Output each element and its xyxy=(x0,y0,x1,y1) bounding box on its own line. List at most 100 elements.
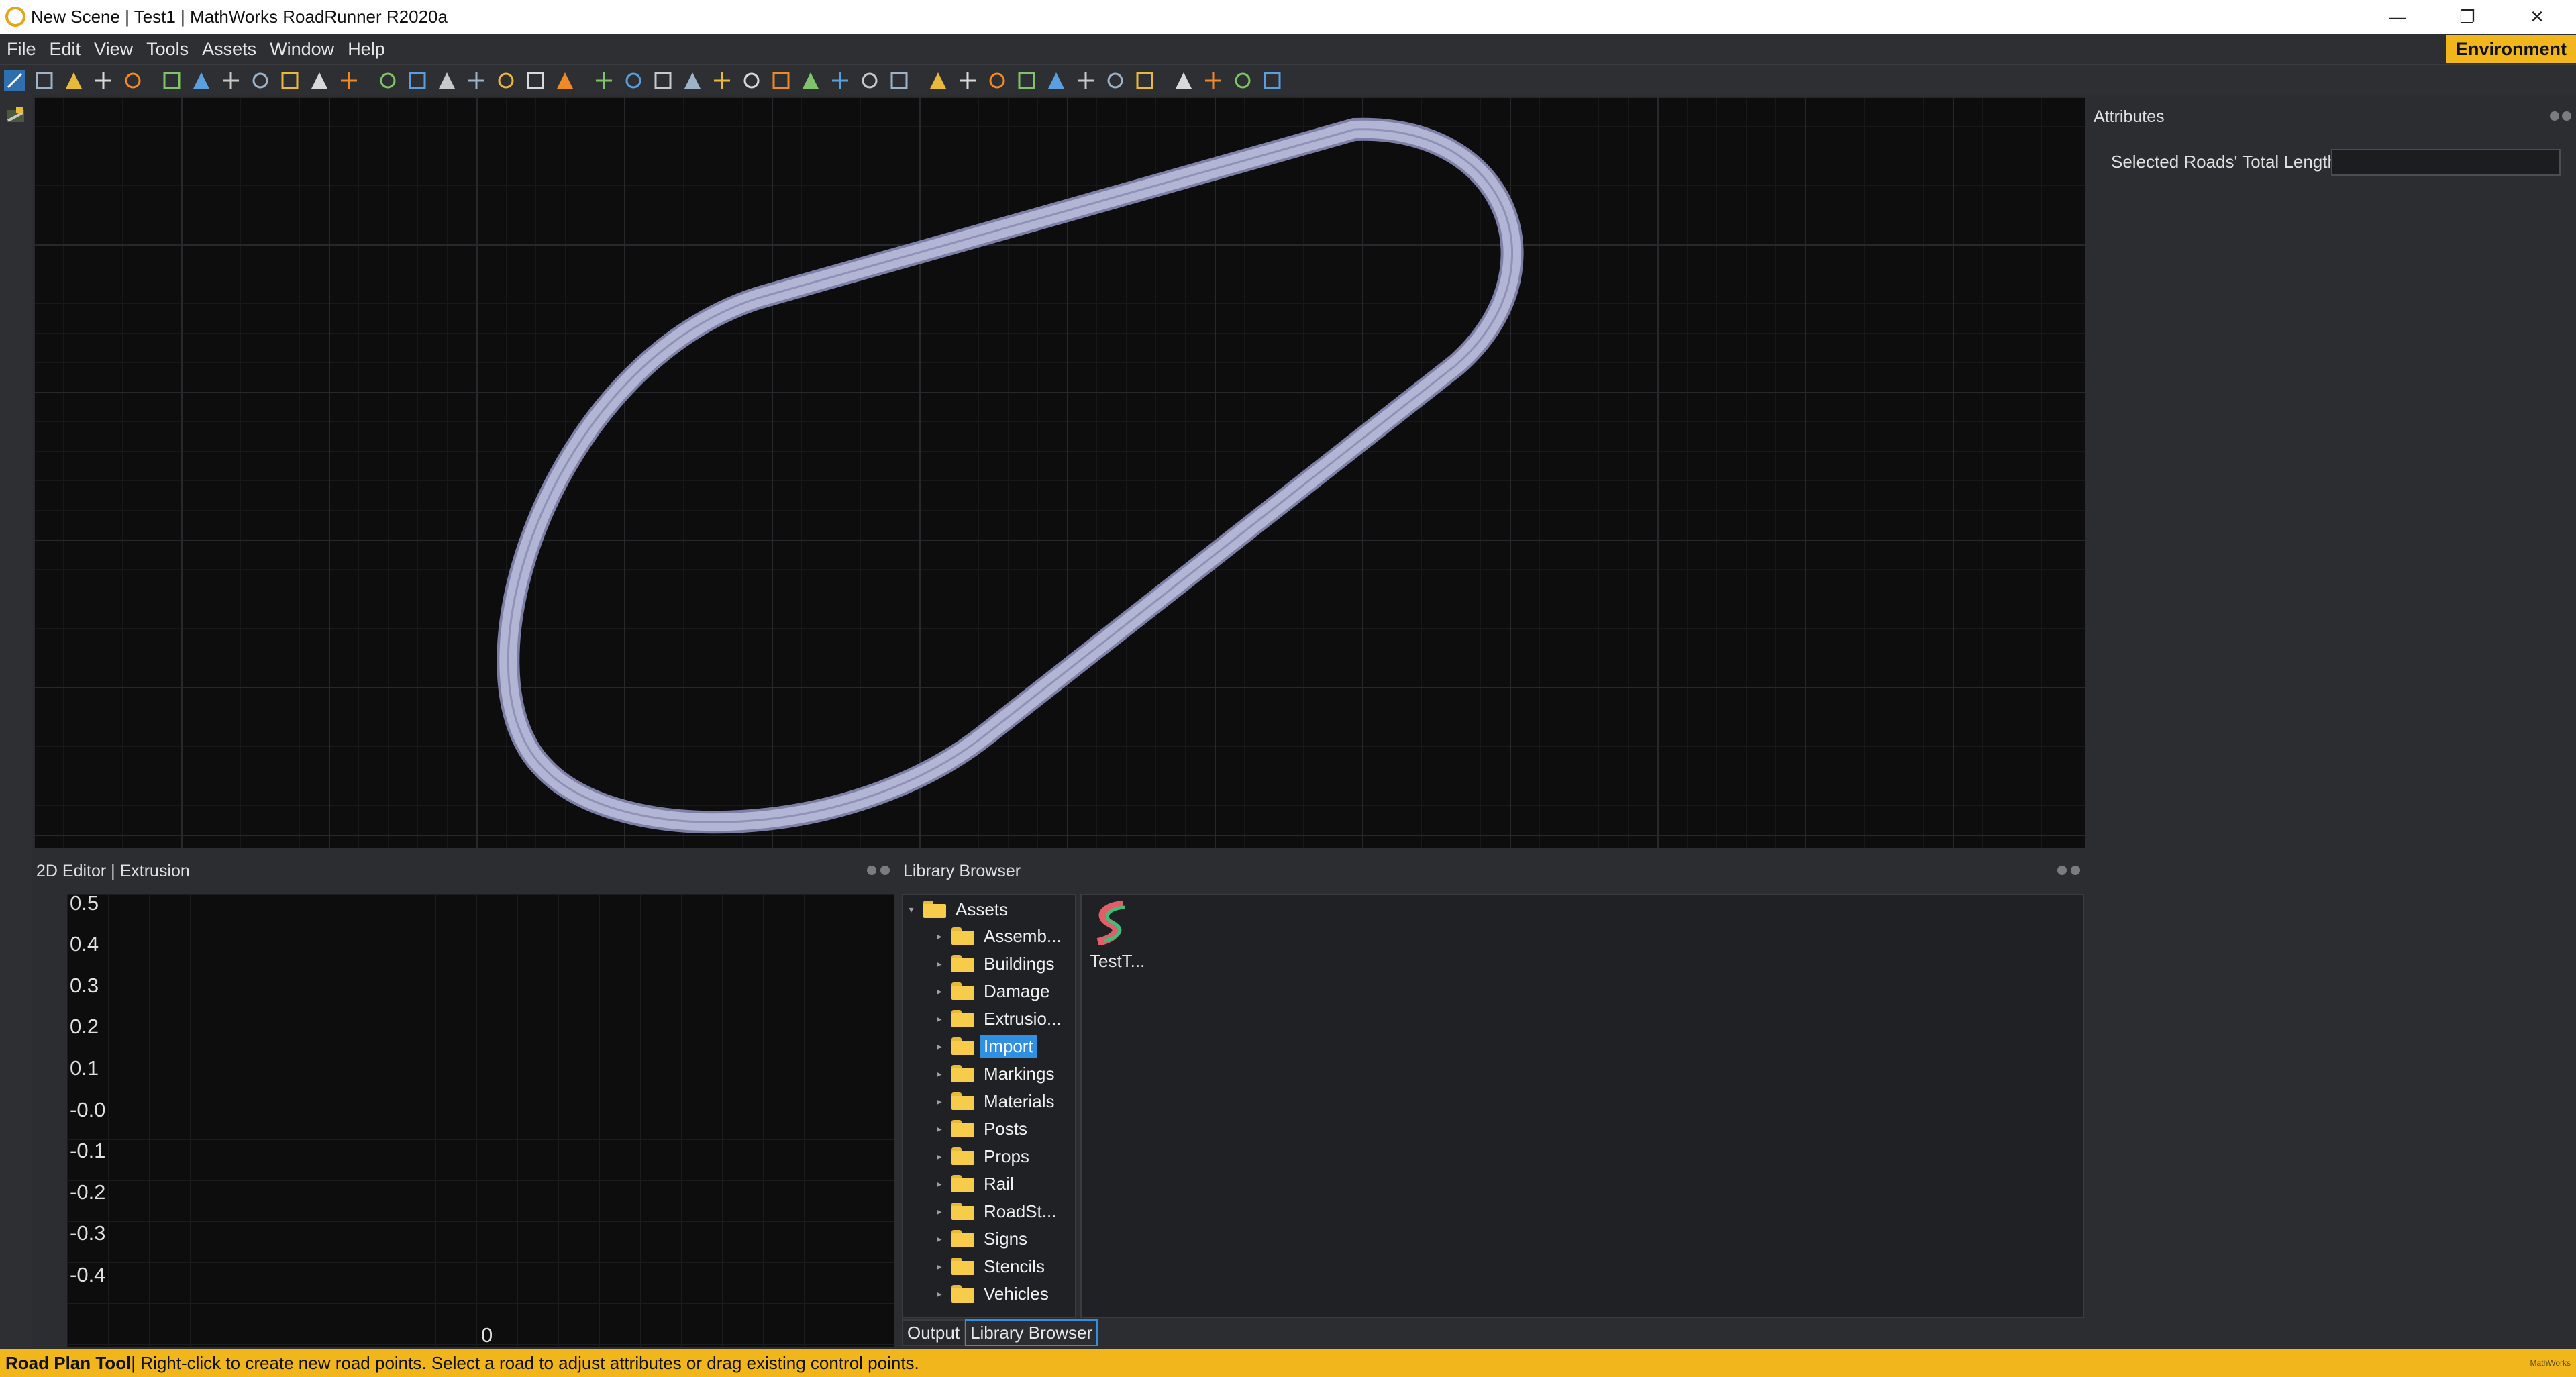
tree-root-assets[interactable]: ▾ Assets xyxy=(906,897,1012,922)
speed-sign-tool-icon[interactable] xyxy=(652,70,674,91)
tree-folder[interactable]: ▸ Materials xyxy=(934,1088,1058,1114)
sign-tool-icon[interactable] xyxy=(741,70,762,91)
environment-badge[interactable]: Environment xyxy=(2446,35,2576,63)
aerial-tool-icon[interactable] xyxy=(1045,70,1067,91)
folder-icon xyxy=(951,1258,976,1275)
prop-curve-tool-icon[interactable] xyxy=(829,70,851,91)
menu-edit[interactable]: Edit xyxy=(43,39,88,60)
junction-tool-icon[interactable] xyxy=(220,70,242,91)
lane-width-tool-icon[interactable] xyxy=(93,70,114,91)
tab-output[interactable]: Output xyxy=(902,1319,966,1346)
expand-icon[interactable]: ▸ xyxy=(934,1041,945,1052)
scene-viewport[interactable] xyxy=(34,97,2085,848)
prop-span-tool-icon[interactable] xyxy=(888,70,910,91)
stop-sign-tool-icon[interactable] xyxy=(338,70,360,91)
tree-folder[interactable]: ▸ Rail xyxy=(934,1171,1018,1196)
asset-tile[interactable]: TestT... xyxy=(1090,901,1145,972)
minimize-button[interactable]: — xyxy=(2363,0,2432,34)
expand-icon[interactable]: ▸ xyxy=(934,1261,945,1272)
menu-tools[interactable]: Tools xyxy=(140,39,195,60)
panel-close-icon[interactable] xyxy=(2562,111,2571,121)
circle-tool-icon[interactable] xyxy=(34,70,55,91)
expand-icon[interactable]: ▸ xyxy=(934,1178,945,1190)
folder-icon xyxy=(951,1065,976,1082)
road-plan-tool-icon[interactable] xyxy=(4,70,25,91)
marking-point-tool-icon[interactable] xyxy=(466,70,487,91)
vehicle-tool-icon[interactable] xyxy=(1232,70,1253,91)
tree-folder[interactable]: ▸ Assemb... xyxy=(934,923,1066,949)
tree-folder[interactable]: ▸ RoadSt... xyxy=(934,1198,1060,1224)
expand-icon[interactable]: ▸ xyxy=(934,1288,945,1300)
extrusion-plot[interactable] xyxy=(67,894,894,1347)
menu-file[interactable]: File xyxy=(0,39,43,60)
elevation-tool-icon[interactable] xyxy=(309,70,330,91)
tree-folder[interactable]: ▸ Posts xyxy=(934,1116,1031,1141)
marker-tool-icon[interactable] xyxy=(770,70,792,91)
prop-point-tool-icon[interactable] xyxy=(800,70,821,91)
layers-tool-icon[interactable] xyxy=(1134,70,1155,91)
camera-tool-icon[interactable] xyxy=(1202,70,1224,91)
menu-help[interactable]: Help xyxy=(341,39,392,60)
export-tool-icon[interactable] xyxy=(1261,70,1283,91)
tree-folder[interactable]: ▸ Buildings xyxy=(934,951,1059,976)
tab-library-browser[interactable]: Library Browser xyxy=(965,1319,1098,1346)
tree-folder[interactable]: ▸ Markings xyxy=(934,1061,1058,1086)
expand-icon[interactable]: ▸ xyxy=(934,931,945,942)
expand-icon[interactable]: ▸ xyxy=(934,1096,945,1107)
tree-folder[interactable]: ▸ Damage xyxy=(934,978,1053,1004)
panel-float-icon[interactable] xyxy=(2550,111,2559,121)
restore-button[interactable]: ❐ xyxy=(2432,0,2502,34)
tree-folder[interactable]: ▸ Vehicles xyxy=(934,1281,1053,1307)
signal-tool-icon[interactable] xyxy=(377,70,399,91)
marking-edge-tool-icon[interactable] xyxy=(593,70,615,91)
expand-icon[interactable]: ▸ xyxy=(934,1123,945,1135)
total-length-field[interactable] xyxy=(2331,149,2561,176)
warning-sign-tool-icon[interactable] xyxy=(957,70,978,91)
lane-carve-tool-icon[interactable] xyxy=(161,70,183,91)
point-cloud-tool-icon[interactable] xyxy=(1104,70,1126,91)
panel-float-icon[interactable] xyxy=(2057,866,2067,875)
tree-folder[interactable]: ▸ Stencils xyxy=(934,1254,1049,1279)
prop-polygon-tool-icon[interactable] xyxy=(859,70,880,91)
marking-curve-tool-icon[interactable] xyxy=(495,70,517,91)
road-track[interactable] xyxy=(34,97,2085,848)
grid-tool-icon[interactable] xyxy=(1016,70,1037,91)
terrain-tool-icon[interactable] xyxy=(986,70,1008,91)
panel-close-icon[interactable] xyxy=(2071,866,2080,875)
panel-float-icon[interactable] xyxy=(867,866,876,875)
close-button[interactable]: ✕ xyxy=(2502,0,2572,34)
menu-view[interactable]: View xyxy=(87,39,140,60)
tree-folder[interactable]: ▸ Extrusio... xyxy=(934,1006,1066,1031)
expand-icon[interactable]: ▸ xyxy=(934,958,945,970)
expand-icon[interactable]: ▸ xyxy=(934,1233,945,1245)
lane-marking-tool-icon[interactable] xyxy=(525,70,546,91)
elevation-map-tool-icon[interactable] xyxy=(1075,70,1096,91)
collapse-icon[interactable]: ▾ xyxy=(906,904,917,915)
tree-folder[interactable]: ▸ Import xyxy=(934,1033,1037,1059)
bridge-tool-icon[interactable] xyxy=(711,70,733,91)
expand-icon[interactable]: ▸ xyxy=(934,1068,945,1080)
road-split-tool-icon[interactable] xyxy=(407,70,428,91)
menu-assets[interactable]: Assets xyxy=(195,39,263,60)
lane-tool-icon[interactable] xyxy=(63,70,85,91)
expand-icon[interactable]: ▸ xyxy=(934,1206,945,1217)
maneuver-tool-icon[interactable] xyxy=(436,70,458,91)
menu-window[interactable]: Window xyxy=(263,39,341,60)
road-preset-icon[interactable] xyxy=(4,105,36,137)
status-message: | Right-click to create new road points.… xyxy=(131,1352,919,1373)
expand-icon[interactable]: ▸ xyxy=(934,986,945,997)
marking-span-tool-icon[interactable] xyxy=(554,70,576,91)
corner-tool-icon[interactable] xyxy=(250,70,271,91)
scenario-tool-icon[interactable] xyxy=(1173,70,1194,91)
prop-set-tool-icon[interactable] xyxy=(927,70,949,91)
expand-icon[interactable]: ▸ xyxy=(934,1151,945,1162)
stencil-tool-icon[interactable] xyxy=(623,70,644,91)
tree-folder[interactable]: ▸ Signs xyxy=(934,1226,1031,1252)
lane-form-tool-icon[interactable] xyxy=(122,70,144,91)
panel-close-icon[interactable] xyxy=(880,866,890,875)
crosswalk-tool-icon[interactable] xyxy=(191,70,212,91)
curve-road-tool-icon[interactable] xyxy=(682,70,703,91)
expand-icon[interactable]: ▸ xyxy=(934,1013,945,1025)
tree-folder[interactable]: ▸ Props xyxy=(934,1143,1033,1169)
surface-tool-icon[interactable] xyxy=(279,70,301,91)
